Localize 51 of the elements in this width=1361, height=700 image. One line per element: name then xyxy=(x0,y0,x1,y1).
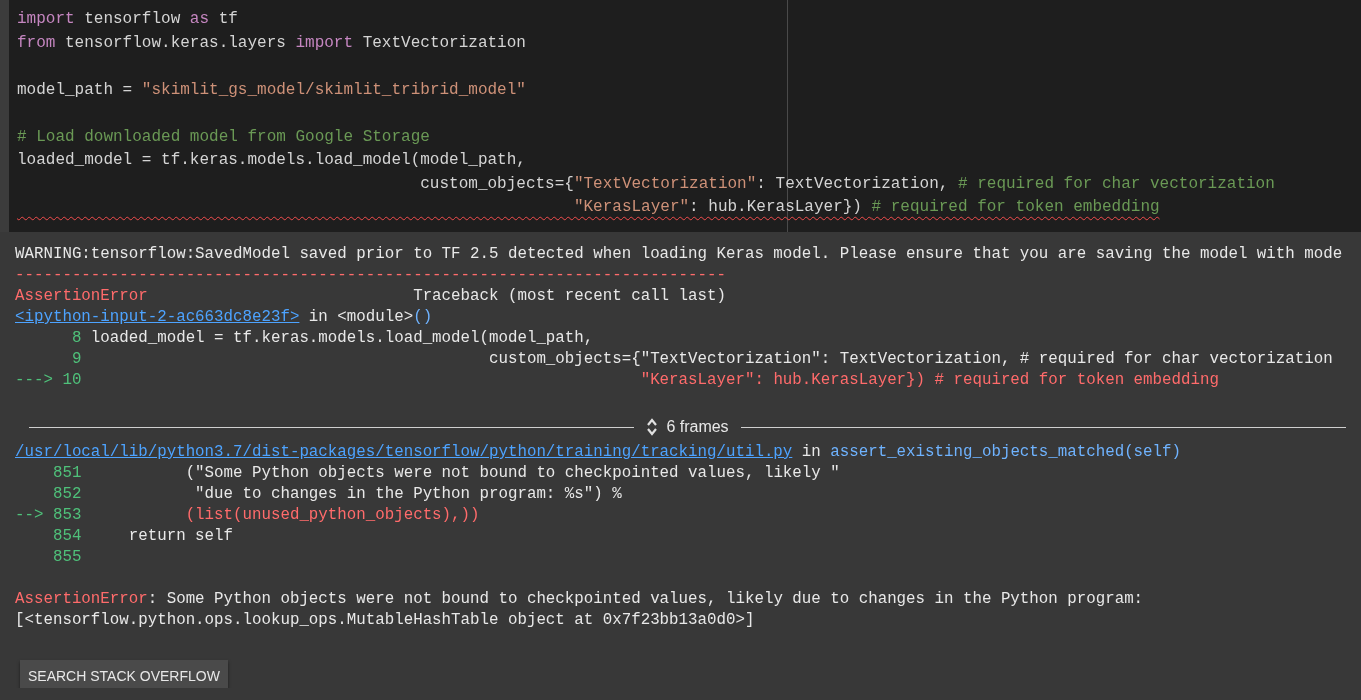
code-text: return self xyxy=(127,527,234,545)
line-number: 8 xyxy=(70,329,82,347)
error-text: AssertionError xyxy=(15,287,148,305)
code-comment: # required for token embedding xyxy=(871,198,1160,216)
function-name: assert_existing_objects_matched(self) xyxy=(830,443,1181,461)
code-text: custom_objects={ xyxy=(419,174,574,193)
code-keyword: import xyxy=(17,10,75,28)
code-comment: # required for char vectorization xyxy=(957,174,1275,193)
code-keyword: as xyxy=(189,10,210,28)
code-text: loaded_model = tf.keras.models.load_model(model_path, xyxy=(17,151,526,169)
code-text: tensorflow.keras.layers xyxy=(64,33,287,52)
code-text: loaded_model = tf.keras.models.load_model(model_path, xyxy=(89,329,594,347)
code-string: "TextVectorization" xyxy=(573,174,757,193)
code-text: ("Some Python objects were not bound to checkpointed values, likely " xyxy=(184,464,840,482)
code-text: : Some Python objects were not bound to checkpointed values, likely due to changes in the Python program: xyxy=(147,590,1144,608)
code-text: : TextVectorization, xyxy=(756,174,950,193)
code-text: in <module> xyxy=(307,308,414,326)
line-number: 851 xyxy=(51,464,82,482)
code-text: : hub.KerasLayer}) xyxy=(689,198,863,216)
function-name: () xyxy=(413,308,433,326)
code-keyword: import xyxy=(295,33,354,52)
frames-toggle[interactable]: 6 frames xyxy=(642,417,733,437)
code-text: in xyxy=(800,443,822,461)
code-text: TextVectorization xyxy=(361,33,526,52)
code-text: tf xyxy=(217,10,238,28)
code-text: [<tensorflow.python.ops.lookup_ops.MutableHashTable object at 0x7f23bb13a0d0>] xyxy=(15,611,755,629)
code-keyword: from xyxy=(17,33,56,52)
traceback-link[interactable]: /usr/local/lib/python3.7/dist-packages/tensorflow/python/training/tracking/util.py xyxy=(15,443,793,461)
code-text: "due to changes in the Python program: %s") % xyxy=(194,485,622,503)
line-number: 854 xyxy=(51,527,82,545)
code-editor[interactable] xyxy=(0,0,1361,232)
code-string: "skimlit_gs_model/skimlit_tribrid_model" xyxy=(141,80,526,99)
error-text: AssertionError xyxy=(15,590,148,608)
code-text: custom_objects={"TextVectorization": TextVectorization, # required for char vectorization xyxy=(488,350,1333,368)
line-number: 855 xyxy=(51,548,82,566)
code-text: Traceback (most recent call last) xyxy=(412,287,726,305)
search-stack-overflow-button[interactable]: SEARCH STACK OVERFLOW xyxy=(20,660,228,688)
error-text: (list(unused_python_objects),)) xyxy=(184,506,480,524)
line-number: ---> 10 xyxy=(15,371,82,389)
error-text: "KerasLayer": hub.KerasLayer}) # required for token embedding xyxy=(639,371,1219,389)
traceback-link[interactable]: <ipython-input-2-ac663dc8e23f> xyxy=(15,308,300,326)
expand-collapse-icon xyxy=(646,417,659,437)
code-comment: # Load downloaded model from Google Storage xyxy=(17,127,430,146)
code-text: WARNING:tensorflow:SavedModel saved prior to TF 2.5 detected when loading Keras model. Please ensure that you are saving the model with mode xyxy=(15,245,1343,263)
code-text: tensorflow xyxy=(83,10,182,28)
code-string: "KerasLayer" xyxy=(572,198,690,216)
code-text: model_path = xyxy=(17,80,134,99)
line-number: 852 xyxy=(51,485,82,503)
line-number: 9 xyxy=(70,350,82,368)
error-text: --------------------------------------------------------------------------- xyxy=(15,266,726,284)
line-number: --> 853 xyxy=(15,506,82,524)
